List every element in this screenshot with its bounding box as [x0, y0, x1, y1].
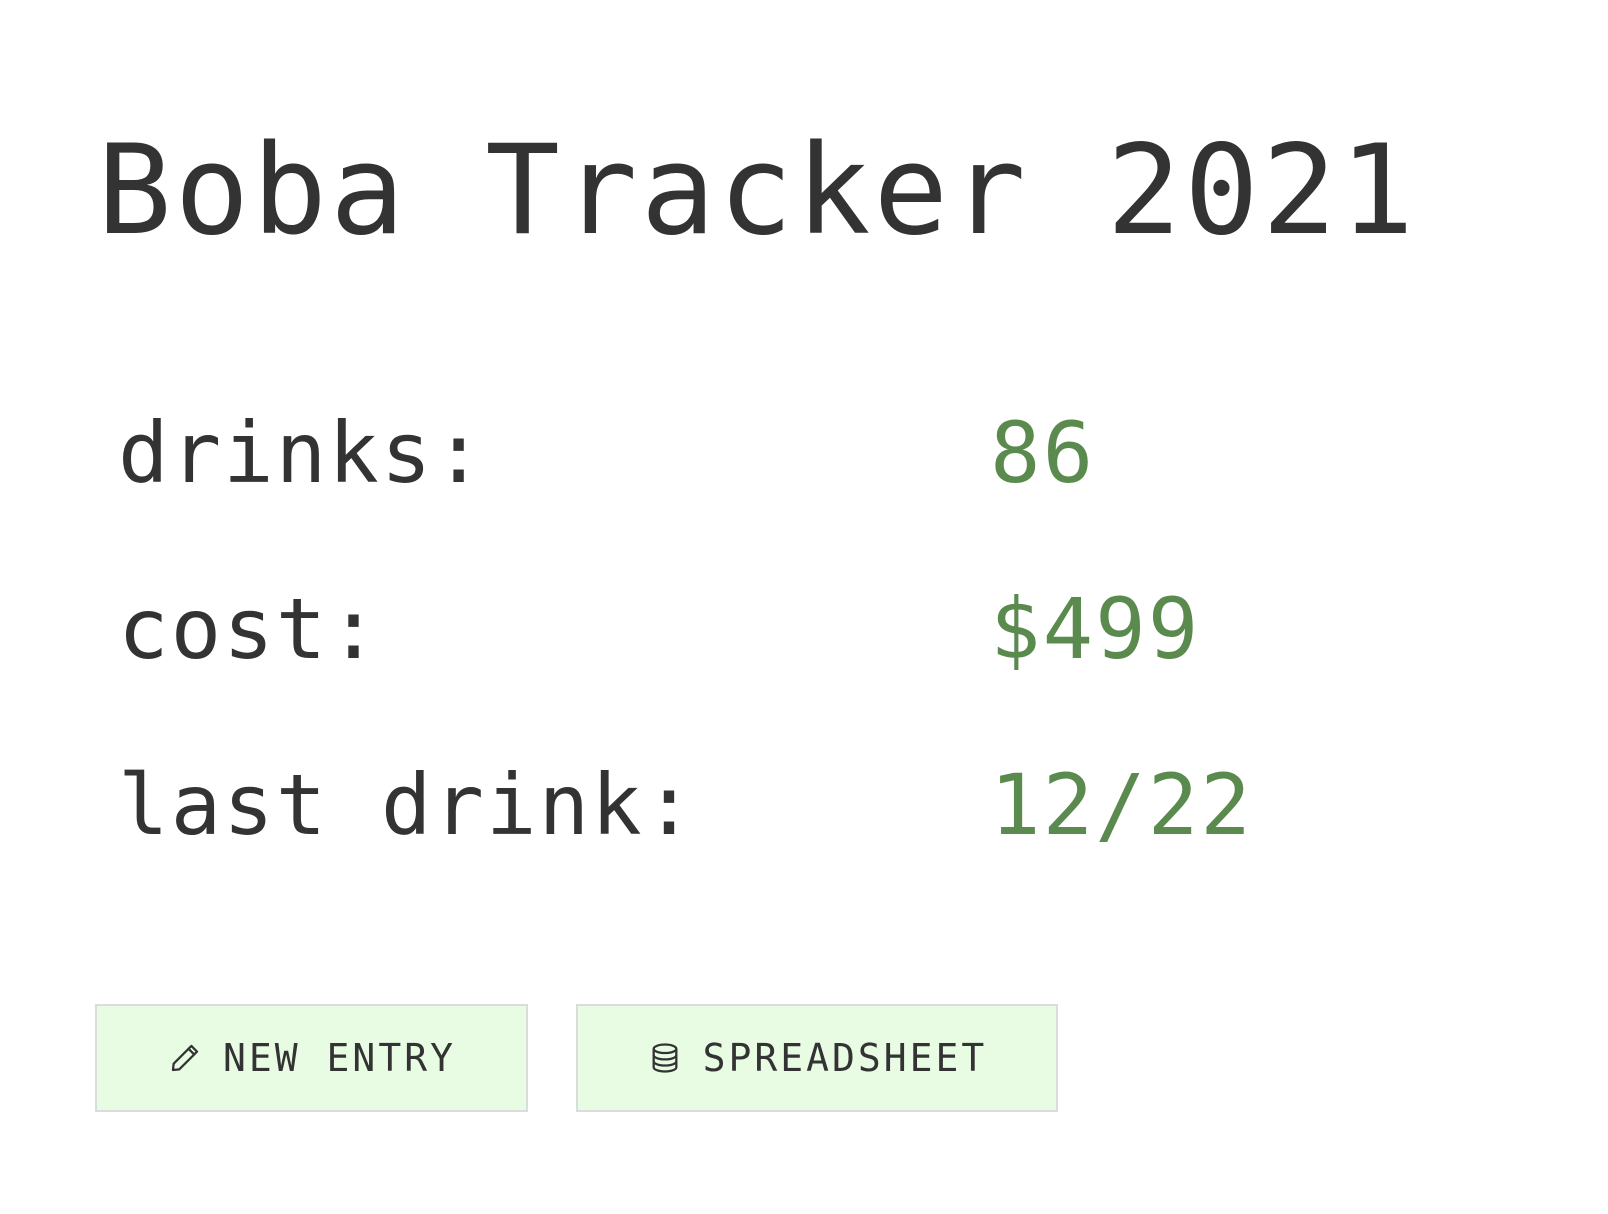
spreadsheet-button[interactable]: SPREADSHEET [576, 1004, 1058, 1112]
stat-value: $499 [990, 580, 1201, 678]
page-title: Boba Tracker 2021 [97, 119, 1418, 263]
page: Boba Tracker 2021 drinks: 86 cost: $499 … [0, 0, 1608, 1214]
stat-label: drinks: [118, 404, 487, 502]
new-entry-label: NEW ENTRY [223, 1036, 456, 1080]
database-icon [647, 1040, 683, 1076]
stat-label: last drink: [118, 756, 697, 854]
pencil-icon [167, 1040, 203, 1076]
spreadsheet-label: SPREADSHEET [702, 1036, 988, 1080]
stat-value: 86 [990, 404, 1096, 502]
stat-value: 12/22 [990, 756, 1253, 854]
new-entry-button[interactable]: NEW ENTRY [95, 1004, 528, 1112]
stat-label: cost: [118, 580, 381, 678]
